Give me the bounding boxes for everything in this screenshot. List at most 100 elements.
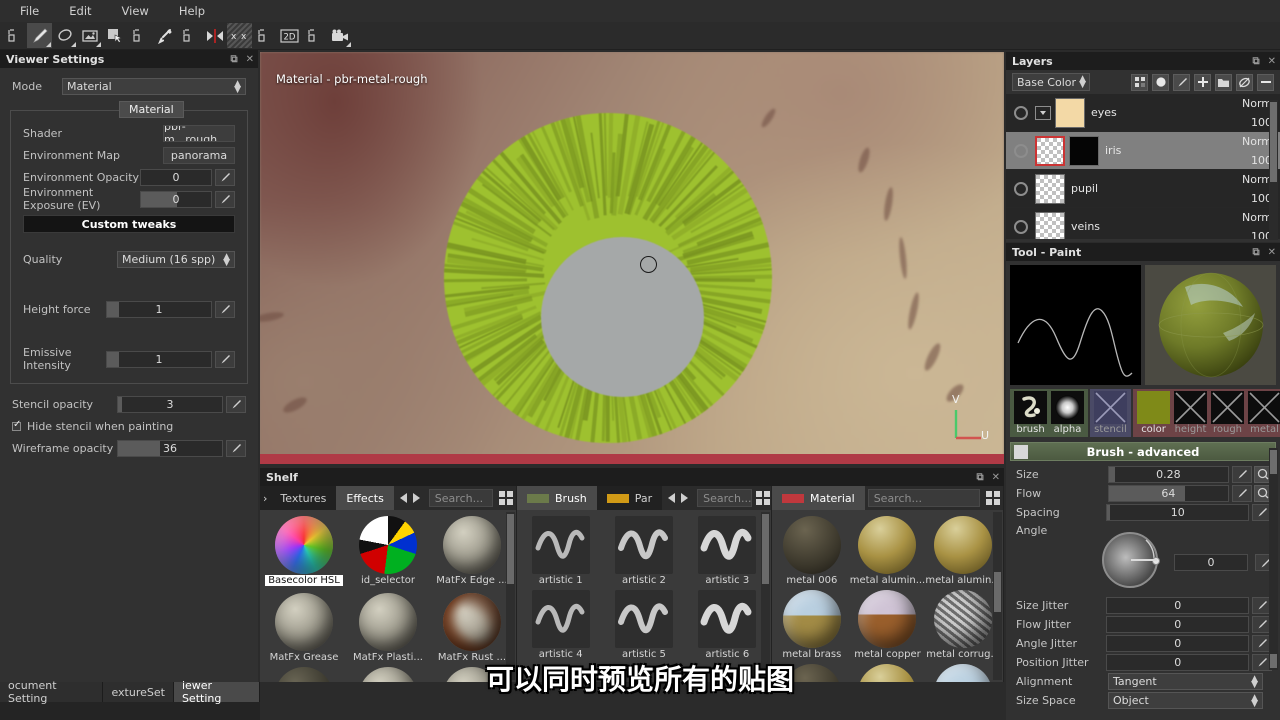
polygon-fill-icon[interactable]	[102, 23, 127, 48]
brush-preset-bar[interactable]: Brush - advanced	[1010, 442, 1276, 461]
chevron-right-icon[interactable]	[412, 493, 420, 503]
layer-opacity[interactable]: 100	[1224, 154, 1272, 167]
spacing-slider[interactable]: 10	[1106, 503, 1250, 521]
pencil-icon[interactable]	[226, 439, 246, 457]
chip-rough[interactable]: rough	[1209, 391, 1246, 435]
menu-item-edit[interactable]: Edit	[69, 4, 107, 18]
grid-view-icon[interactable]	[496, 486, 516, 510]
pencil-icon[interactable]	[1232, 465, 1253, 483]
layer-visibility-icon[interactable]	[1014, 105, 1028, 120]
shelf-item[interactable]: metal copper	[850, 588, 926, 660]
close-icon[interactable]: ✕	[246, 54, 254, 65]
table-row[interactable]: pupil Norm 100	[1006, 170, 1280, 208]
shelf-item[interactable]: metal brass	[774, 588, 850, 660]
layer-blend-mode[interactable]: Norm	[1224, 97, 1272, 110]
stencil-opacity-slider[interactable]: 3	[117, 395, 223, 413]
shelf-scrollbar[interactable]	[506, 512, 515, 680]
shelf-item[interactable]: artistic 2	[602, 514, 685, 586]
fill-icon[interactable]	[1152, 73, 1169, 91]
add-folder-icon[interactable]	[1215, 73, 1232, 91]
shader-button[interactable]: pbr-m...rough	[163, 124, 235, 142]
shelf-item[interactable]: artistic 5	[602, 588, 685, 660]
flow-jitter-slider[interactable]: 0	[1106, 615, 1250, 633]
shelf-search-input[interactable]: Search...	[867, 489, 980, 507]
shelf-overflow-icon[interactable]: ›	[260, 486, 271, 510]
shelf-scrollbar[interactable]	[761, 512, 770, 680]
pencil-icon[interactable]	[215, 190, 235, 208]
folder-toggle-icon[interactable]	[1035, 105, 1051, 120]
undock-icon[interactable]: ⧉	[1252, 247, 1259, 258]
layer-opacity[interactable]: 100	[1224, 116, 1272, 129]
shelf-item[interactable]: MatFx Edge ...	[430, 514, 514, 589]
chevron-left-icon[interactable]	[399, 493, 407, 503]
close-icon[interactable]: ✕	[1268, 56, 1276, 67]
chip-stencil[interactable]: stencil	[1092, 391, 1129, 435]
tiling-icon[interactable]: xx	[227, 23, 252, 48]
environment-map-button[interactable]: panorama	[163, 146, 235, 164]
table-row[interactable]: iris Norm 100	[1006, 132, 1280, 170]
pencil-icon[interactable]	[226, 395, 246, 413]
shelf-search-input[interactable]: Search...	[428, 489, 493, 507]
chip-alpha[interactable]: alpha	[1049, 391, 1086, 435]
quality-select[interactable]: Medium (16 spp) ▲ ▼	[117, 250, 235, 268]
hide-stencil-row[interactable]: Hide stencil when painting	[0, 416, 258, 436]
remove-layer-icon[interactable]	[1257, 73, 1274, 91]
menu-item-view[interactable]: View	[122, 4, 165, 18]
angle-dial[interactable]	[1102, 532, 1160, 588]
layer-mask-thumbnail[interactable]	[1069, 135, 1099, 166]
size-slider[interactable]: 0.28	[1107, 465, 1230, 483]
chip-height[interactable]: height	[1172, 391, 1209, 435]
undock-icon[interactable]: ⧉	[1252, 56, 1259, 67]
table-row[interactable]: veins Norm 100	[1006, 208, 1280, 239]
bake-icon[interactable]	[252, 23, 277, 48]
chip-brush[interactable]: brush	[1012, 391, 1049, 435]
size-jitter-slider[interactable]: 0	[1106, 596, 1250, 614]
close-icon[interactable]: ✕	[992, 472, 1000, 483]
layers-scrollbar[interactable]	[1269, 100, 1278, 240]
shelf-item[interactable]: metal alumin...	[925, 514, 1001, 586]
layer-visibility-icon[interactable]	[1014, 181, 1028, 196]
angle-value-field[interactable]: 0	[1174, 554, 1248, 571]
blur-icon[interactable]	[177, 23, 202, 48]
layer-visibility-icon[interactable]	[1014, 219, 1028, 234]
shelf-item[interactable]: artistic 1	[519, 514, 602, 586]
hide-stencil-checkbox[interactable]	[12, 419, 21, 431]
shelf-item[interactable]: MatFx Grease	[262, 591, 346, 663]
shelf-tab-effects[interactable]: Effects	[336, 486, 394, 510]
shelf-item[interactable]: Basecolor HSL	[262, 514, 346, 589]
shelf-item[interactable]: artistic 6	[686, 588, 769, 660]
shelf-item[interactable]: MatFx Rust ...	[430, 591, 514, 663]
shelf-item[interactable]: metal 006	[774, 514, 850, 586]
wireframe-opacity-slider[interactable]: 36	[117, 439, 223, 457]
add-layer-icon[interactable]	[1194, 73, 1211, 91]
menu-item-file[interactable]: File	[20, 4, 55, 18]
channel-select[interactable]: Base Color ▲ ▼	[1012, 73, 1090, 91]
layer-thumbnail[interactable]	[1035, 211, 1065, 239]
shelf-tab-brush[interactable]: Brush	[517, 486, 597, 510]
projection-icon[interactable]	[77, 23, 102, 48]
layer-blend-mode[interactable]: Norm	[1224, 135, 1272, 148]
shelf-scrollbar[interactable]	[993, 512, 1002, 680]
height-force-slider[interactable]: 1	[106, 300, 212, 318]
chevron-right-icon[interactable]	[681, 493, 689, 503]
layer-blend-mode[interactable]: Norm	[1224, 173, 1272, 186]
layer-opacity[interactable]: 100	[1224, 230, 1272, 240]
layer-thumbnail[interactable]	[1035, 173, 1065, 204]
table-row[interactable]: eyes Norm 100	[1006, 94, 1280, 132]
angle-jitter-slider[interactable]: 0	[1106, 634, 1250, 652]
shelf-item[interactable]: artistic 3	[686, 514, 769, 586]
pencil-icon[interactable]	[215, 168, 235, 186]
paint-brush-icon[interactable]	[27, 23, 52, 48]
smudge-icon[interactable]	[152, 23, 177, 48]
mode-select[interactable]: Material ▲ ▼	[62, 77, 246, 95]
shelf-search-input[interactable]: Search...	[697, 489, 753, 507]
undock-icon[interactable]: ⧉	[230, 54, 237, 65]
layer-opacity[interactable]: 100	[1224, 192, 1272, 205]
mask-icon[interactable]	[1131, 73, 1148, 91]
environment-opacity-slider[interactable]: 0	[140, 168, 212, 186]
clone-icon[interactable]	[127, 23, 152, 48]
shelf-item[interactable]: artistic 4	[519, 588, 602, 660]
shelf-item[interactable]: id_selector	[346, 514, 430, 589]
chip-color[interactable]: color	[1135, 391, 1172, 435]
symmetry-icon[interactable]	[202, 23, 227, 48]
